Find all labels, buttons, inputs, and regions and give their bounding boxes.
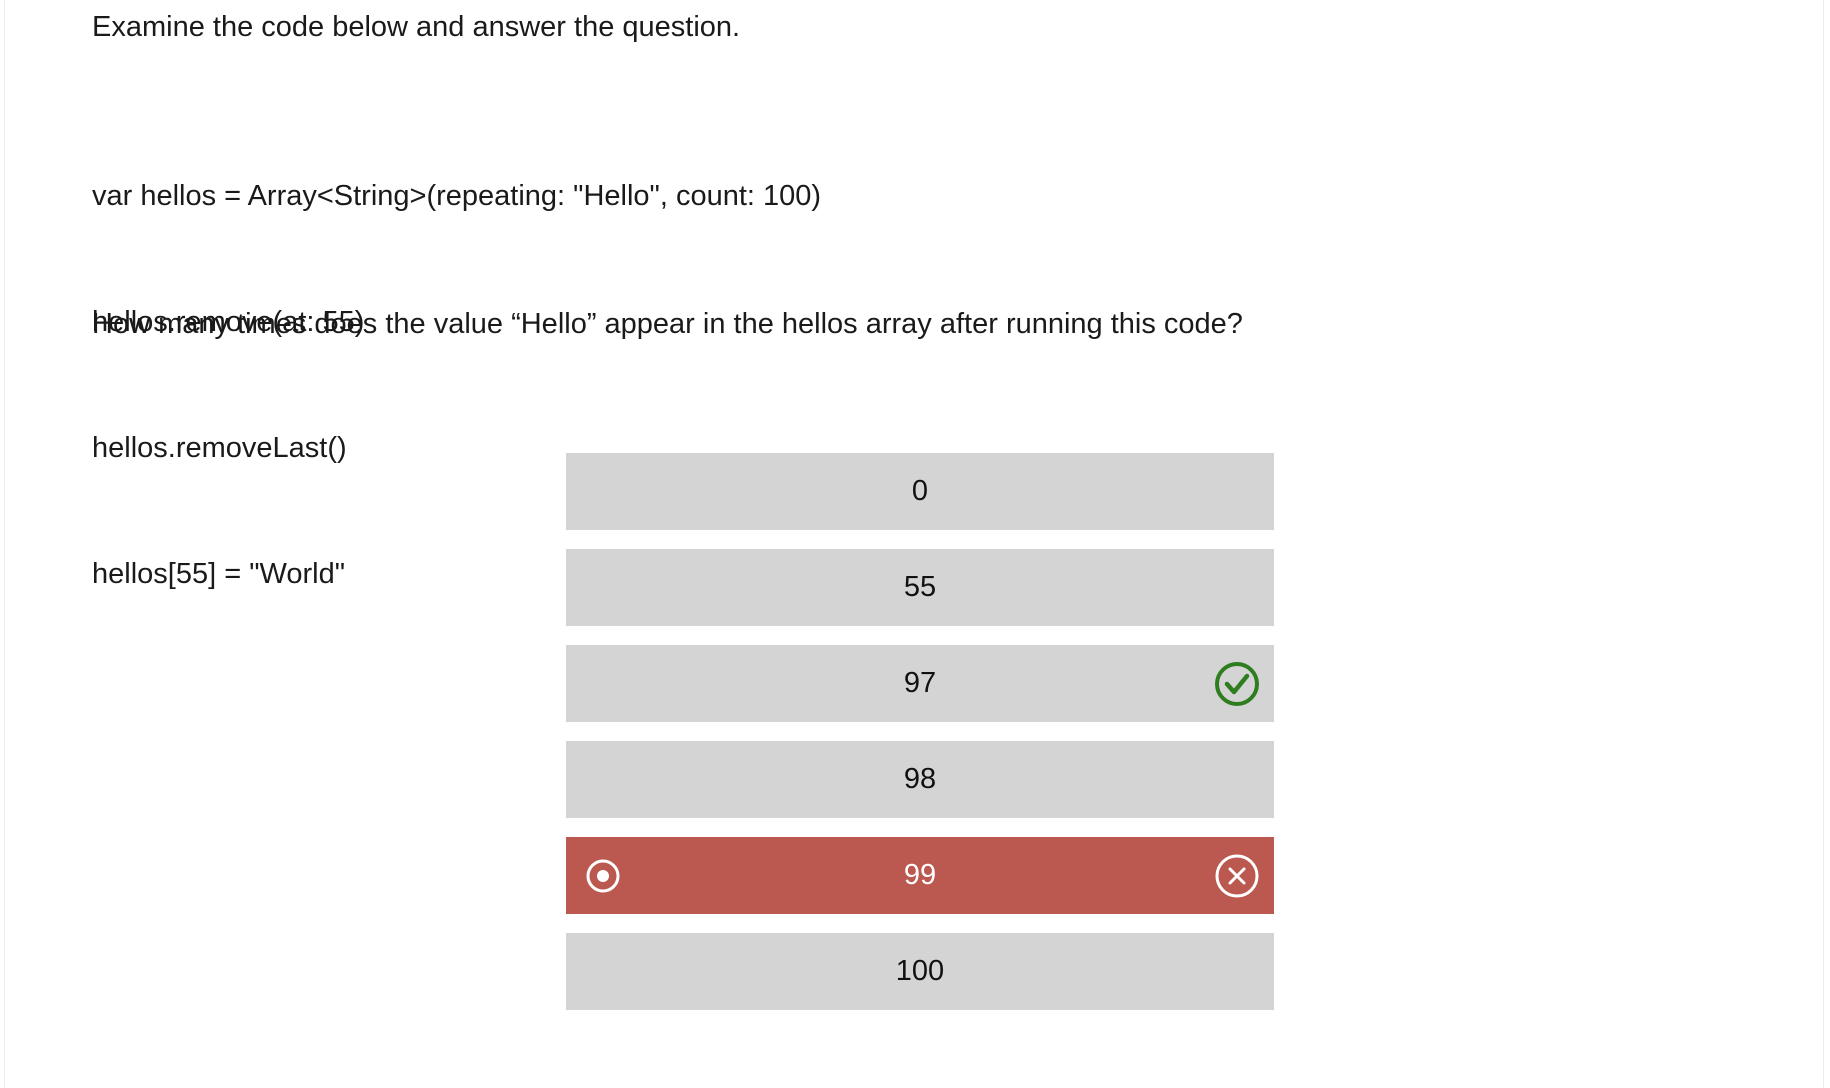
answer-option-98[interactable]: 98 (566, 741, 1274, 818)
answer-option-97[interactable]: 97 (566, 645, 1274, 722)
answer-option-label: 98 (903, 763, 937, 795)
question-panel: Examine the code below and answer the qu… (4, 0, 1824, 1088)
answer-option-label: 100 (895, 955, 945, 987)
answer-option-label: 55 (903, 571, 937, 603)
answer-option-label: 0 (911, 475, 929, 507)
answer-option-0[interactable]: 0 (566, 453, 1274, 530)
answer-options: 0 55 97 98 99 100 (566, 453, 1274, 1029)
radio-selected-icon (586, 859, 620, 892)
question-prompt: Examine the code below and answer the qu… (92, 11, 741, 43)
answer-option-100[interactable]: 100 (566, 933, 1274, 1010)
answer-option-label: 97 (903, 667, 937, 699)
quiz-page: Examine the code below and answer the qu… (0, 0, 1830, 1088)
x-circle-icon (1215, 854, 1259, 897)
code-line: var hellos = Array<String>(repeating: "H… (92, 180, 822, 212)
check-circle-icon (1215, 661, 1259, 706)
answer-option-55[interactable]: 55 (566, 549, 1274, 626)
answer-option-label: 99 (903, 859, 937, 891)
answer-option-99[interactable]: 99 (566, 837, 1274, 914)
question-text: How many times does the value “Hello” ap… (92, 308, 1243, 340)
